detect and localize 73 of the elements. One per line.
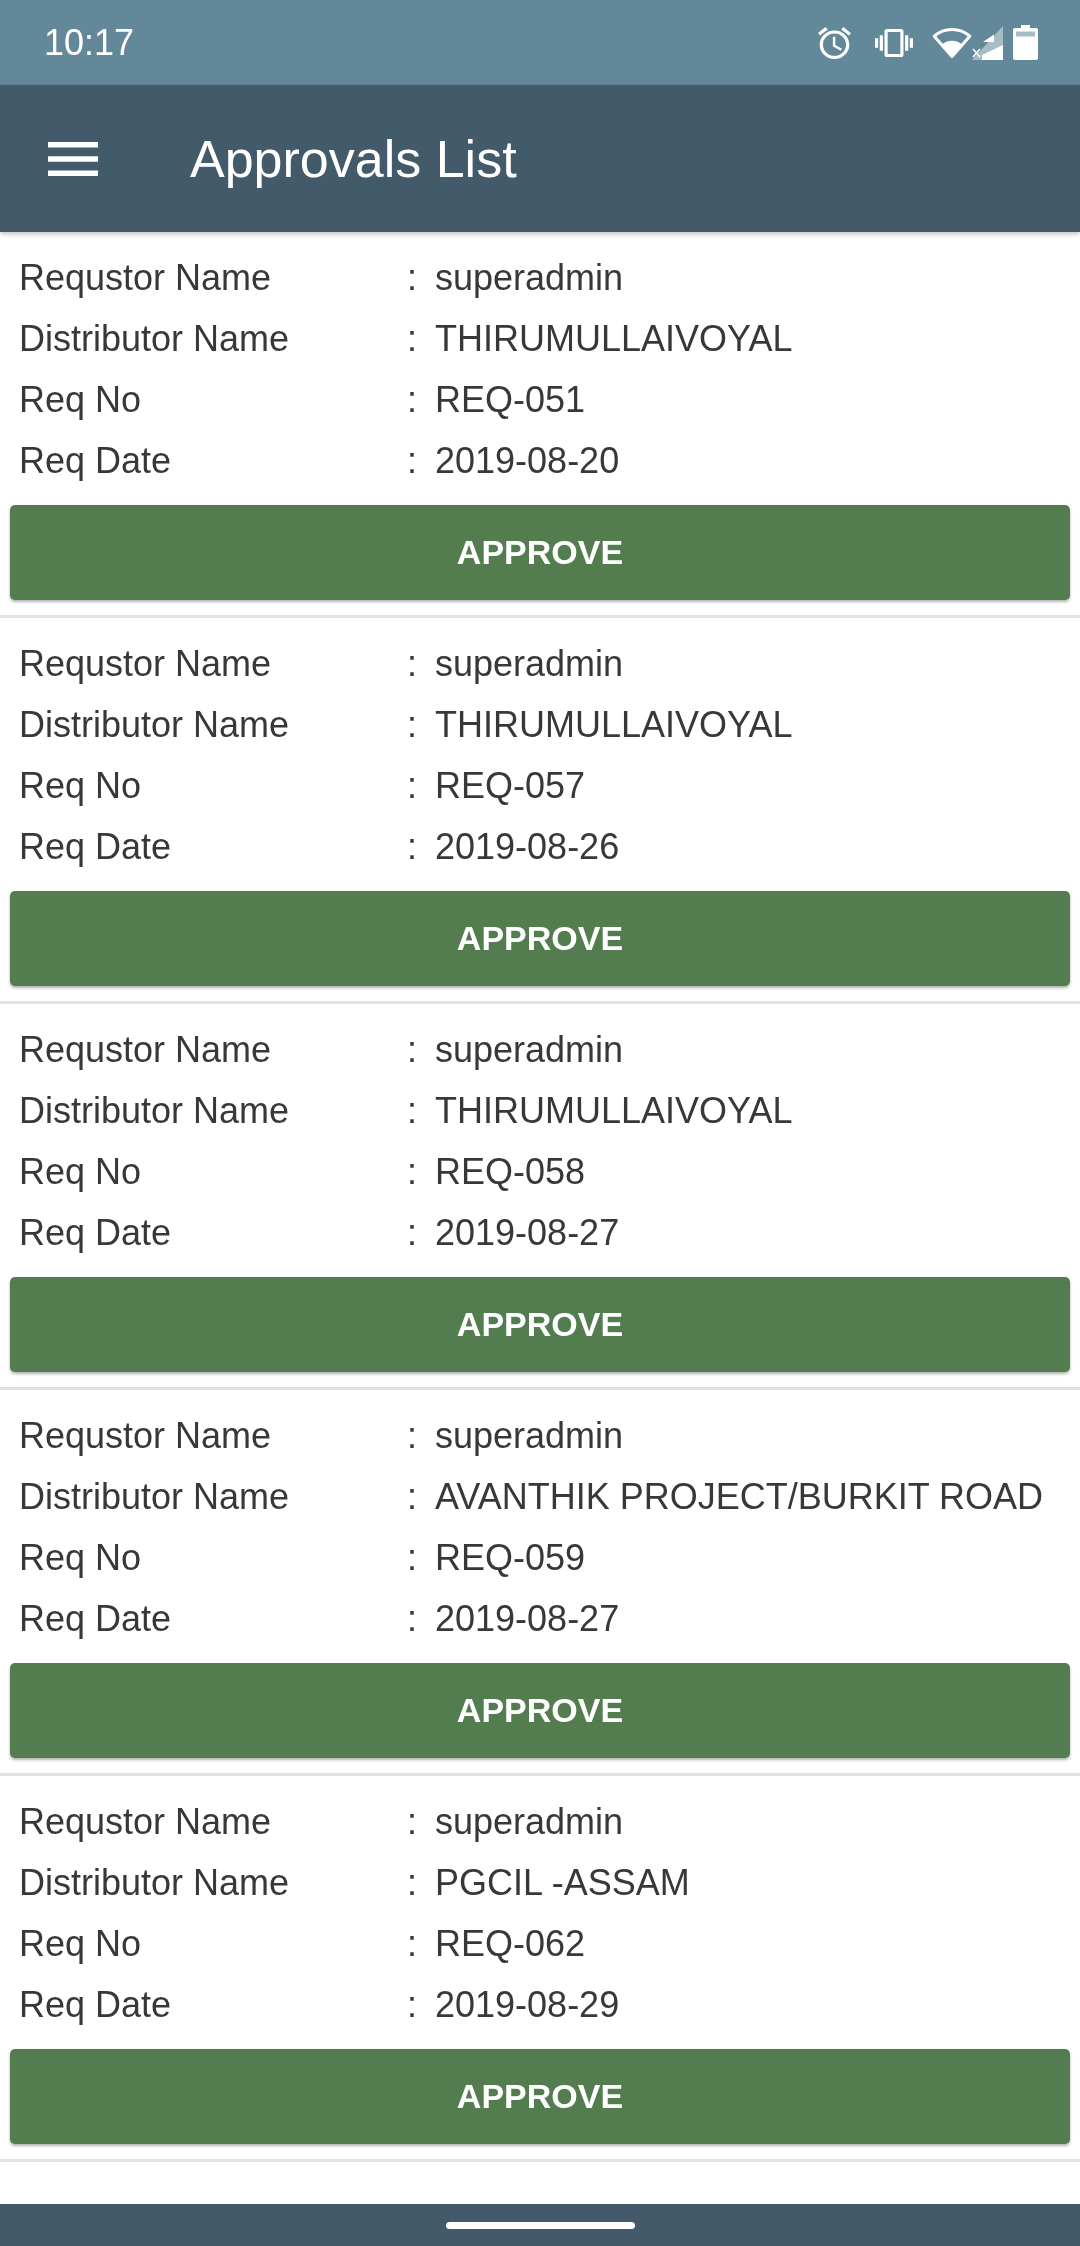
field-separator: : xyxy=(407,1475,417,1518)
approve-button[interactable]: APPROVE xyxy=(10,505,1070,600)
field-separator: : xyxy=(407,1861,417,1904)
field-label: Requstor Name xyxy=(19,1414,273,1457)
field-separator: : xyxy=(407,1983,417,2026)
field-value: 2019-08-27 xyxy=(435,1211,620,1254)
alarm-clock-icon xyxy=(818,26,851,59)
battery-icon xyxy=(1013,25,1038,60)
field-value: AVANTHIK PROJECT/BURKIT ROAD xyxy=(435,1475,1044,1518)
field-separator: : xyxy=(407,1028,417,1071)
field-value: 2019-08-26 xyxy=(435,825,620,868)
field-value: REQ-062 xyxy=(435,1922,586,1965)
field-separator: : xyxy=(407,1150,417,1193)
field-separator: : xyxy=(407,764,417,807)
field-value: THIRUMULLAIVOYAL xyxy=(435,1089,793,1132)
field-value: THIRUMULLAIVOYAL xyxy=(435,703,793,746)
field-value: 2019-08-27 xyxy=(435,1597,620,1640)
field-label: Distributor Name xyxy=(19,1089,291,1132)
field-value: REQ-051 xyxy=(435,378,586,421)
field-label: Distributor Name xyxy=(19,1861,291,1904)
field-separator: : xyxy=(407,1922,417,1965)
field-value: superadmin xyxy=(435,256,624,299)
field-label: Req Date xyxy=(19,439,173,482)
field-separator: : xyxy=(407,1800,417,1843)
field-label: Req No xyxy=(19,1536,143,1579)
field-separator: : xyxy=(407,1089,417,1132)
approve-button[interactable]: APPROVE xyxy=(10,1663,1070,1758)
field-label: Distributor Name xyxy=(19,1475,291,1518)
field-label: Req No xyxy=(19,1150,143,1193)
field-separator: : xyxy=(407,378,417,421)
approve-button[interactable]: APPROVE xyxy=(10,1277,1070,1372)
field-separator: : xyxy=(407,825,417,868)
field-value: superadmin xyxy=(435,642,624,685)
field-separator: : xyxy=(407,1597,417,1640)
field-separator: : xyxy=(407,1211,417,1254)
field-label: Req Date xyxy=(19,1597,173,1640)
field-value: 2019-08-29 xyxy=(435,1983,620,2026)
field-label: Req Date xyxy=(19,825,173,868)
field-value: PGCIL -ASSAM xyxy=(435,1861,690,1904)
cellular-signal-icon xyxy=(972,25,1003,60)
field-label: Req No xyxy=(19,1922,143,1965)
menu-icon[interactable] xyxy=(48,141,98,176)
field-value: superadmin xyxy=(435,1414,624,1457)
field-label: Req No xyxy=(19,378,143,421)
field-value: superadmin xyxy=(435,1800,624,1843)
field-separator: : xyxy=(407,256,417,299)
wifi-icon xyxy=(932,26,972,59)
field-label: Req No xyxy=(19,764,143,807)
field-label: Distributor Name xyxy=(19,703,291,746)
field-label: Requstor Name xyxy=(19,1028,273,1071)
field-value: REQ-057 xyxy=(435,764,586,807)
field-label: Requstor Name xyxy=(19,642,273,685)
field-separator: : xyxy=(407,439,417,482)
field-label: Requstor Name xyxy=(19,1800,273,1843)
field-label: Requstor Name xyxy=(19,256,273,299)
approve-button[interactable]: APPROVE xyxy=(10,2049,1070,2144)
field-value: REQ-059 xyxy=(435,1536,586,1579)
field-value: 2019-08-20 xyxy=(435,439,620,482)
field-label: Distributor Name xyxy=(19,317,291,360)
field-separator: : xyxy=(407,642,417,685)
field-value: superadmin xyxy=(435,1028,624,1071)
field-label: Req Date xyxy=(19,1983,173,2026)
field-separator: : xyxy=(407,317,417,360)
clock-time: 10:17 xyxy=(44,21,135,64)
vibrate-icon xyxy=(875,28,913,57)
field-value: REQ-058 xyxy=(435,1150,586,1193)
field-separator: : xyxy=(407,1536,417,1579)
screen-title: Approvals List xyxy=(190,128,517,189)
approve-button[interactable]: APPROVE xyxy=(10,891,1070,986)
field-label: Req Date xyxy=(19,1211,173,1254)
field-separator: : xyxy=(407,703,417,746)
field-value: THIRUMULLAIVOYAL xyxy=(435,317,793,360)
field-separator: : xyxy=(407,1414,417,1457)
